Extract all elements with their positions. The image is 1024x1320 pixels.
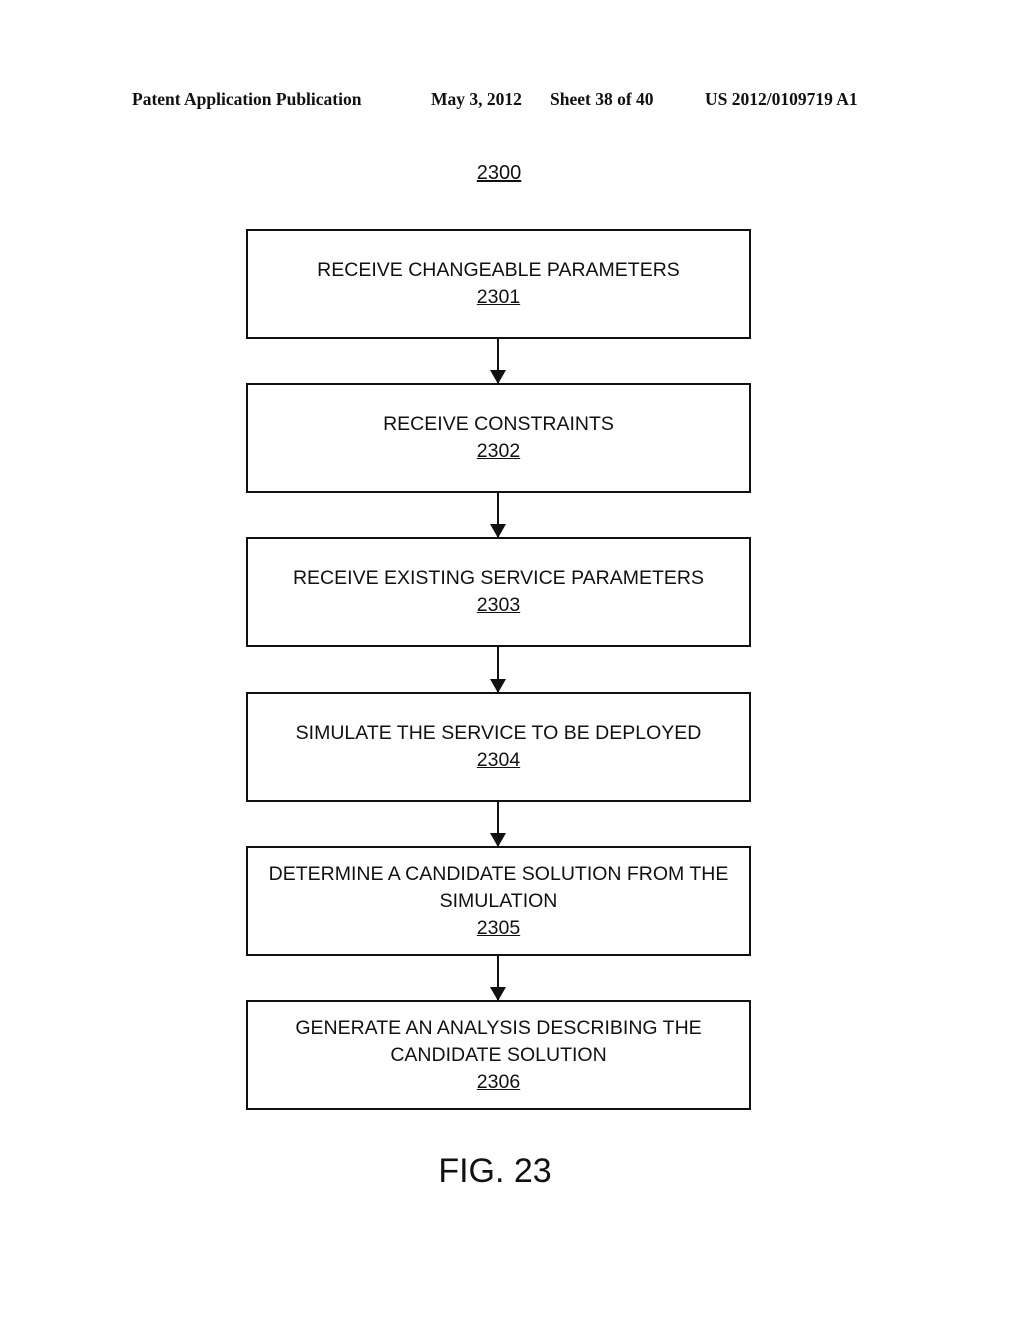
arrow-down-icon [490,493,506,538]
patent-number: US 2012/0109719 A1 [705,89,858,109]
arrow-down-icon [490,647,506,693]
step-box-2304: SIMULATE THE SERVICE TO BE DEPLOYED 2304 [246,692,751,802]
step-label: SIMULATE THE SERVICE TO BE DEPLOYED [295,722,702,744]
publication-date: May 3, 2012 [431,89,522,109]
step-label: RECEIVE CHANGEABLE PARAMETERS [317,259,680,281]
sheet-number: Sheet 38 of 40 [550,89,654,109]
step-label: GENERATE AN ANALYSIS DESCRIBING THE CAND… [295,1016,702,1066]
step-ref: 2304 [476,749,521,771]
step-box-2302: RECEIVE CONSTRAINTS 2302 [246,383,751,493]
figure-label: FIG. 23 [438,1152,552,1190]
step-label: RECEIVE CONSTRAINTS [383,413,614,435]
step-label: RECEIVE EXISTING SERVICE PARAMETERS [292,567,705,589]
step-ref: 2306 [476,1070,521,1093]
step-ref: 2305 [476,916,521,939]
step-ref: 2303 [476,594,521,616]
publication-title: Patent Application Publication [132,89,362,109]
step-label: DETERMINE A CANDIDATE SOLUTION FROM THE … [268,862,729,912]
step-box-2301: RECEIVE CHANGEABLE PARAMETERS 2301 [246,229,751,339]
step-ref: 2301 [476,286,521,308]
step-box-2303: RECEIVE EXISTING SERVICE PARAMETERS 2303 [246,537,751,647]
step-box-2306: GENERATE AN ANALYSIS DESCRIBING THE CAND… [246,1000,751,1110]
arrow-down-icon [490,802,506,847]
step-ref: 2302 [476,440,521,462]
arrow-down-icon [490,956,506,1001]
step-box-2305: DETERMINE A CANDIDATE SOLUTION FROM THE … [246,846,751,956]
diagram-reference: 2300 [476,162,522,184]
arrow-down-icon [490,339,506,384]
